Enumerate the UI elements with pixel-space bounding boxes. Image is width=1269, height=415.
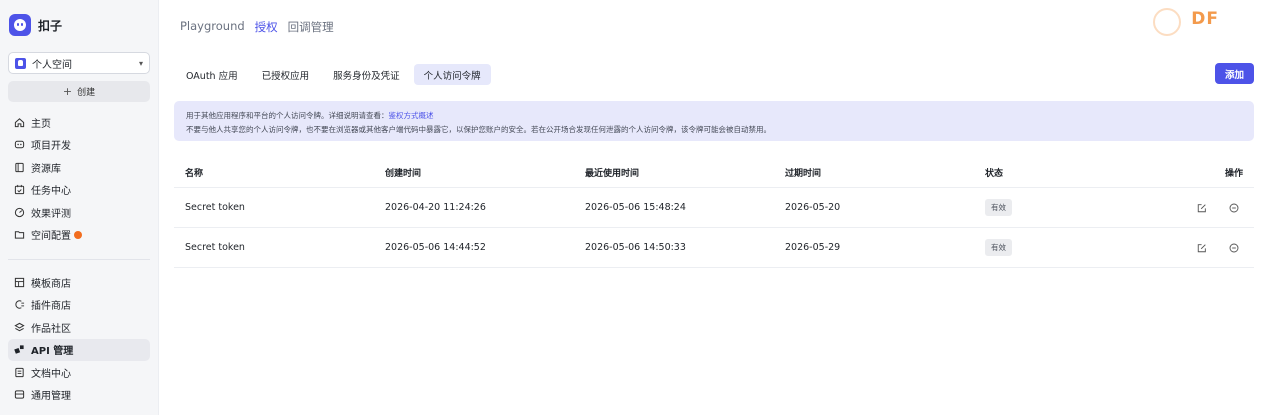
- header-created: 创建时间: [385, 169, 422, 179]
- user-icon: [15, 57, 26, 69]
- task-icon: [13, 184, 25, 196]
- create-button[interactable]: + 创建: [8, 81, 150, 102]
- nav-item-label: 通用管理: [31, 391, 71, 402]
- nav-item-tasks[interactable]: 任务中心: [8, 179, 150, 201]
- nav-item-api-management[interactable]: API 管理: [8, 338, 150, 361]
- token-last-used: 2026-05-06 15:48:24: [585, 202, 686, 213]
- space-select-label: 个人空间: [32, 59, 72, 71]
- header-name: 名称: [185, 169, 204, 179]
- nav-item-label: 文档中心: [31, 368, 71, 380]
- header-last-used: 最近使用时间: [585, 169, 640, 179]
- header-actions: 操作: [1225, 169, 1244, 179]
- watermark-logo: DF: [1191, 9, 1219, 29]
- nav-item-plugin-store[interactable]: 插件商店: [8, 294, 150, 316]
- info-line-2: 不要与他人共享您的个人访问令牌，也不要在浏览器或其他客户端代码中暴露它，以保护您…: [186, 125, 771, 134]
- brand[interactable]: 扣子: [9, 14, 62, 36]
- nav-item-label: 模板商店: [31, 278, 71, 290]
- nav-item-space-config[interactable]: 空间配置: [8, 224, 150, 246]
- table-header: 名称 创建时间 最近使用时间 过期时间 状态 操作: [174, 158, 1254, 188]
- token-table: 名称 创建时间 最近使用时间 过期时间 状态 操作 Secret token 2…: [174, 158, 1254, 268]
- brand-name: 扣子: [38, 18, 63, 33]
- token-created: 2026-04-20 11:24:26: [385, 202, 486, 213]
- table-row: Secret token 2026-04-20 11:24:26 2026-05…: [174, 188, 1254, 228]
- nav-item-template-store[interactable]: 模板商店: [8, 271, 150, 293]
- general-settings-icon: [13, 389, 25, 401]
- info-banner: 用于其他应用程序和平台的个人访问令牌。详细说明请查看：鉴权方式概述 不要与他人共…: [174, 101, 1254, 141]
- home-icon: [13, 116, 25, 128]
- nav-item-docs[interactable]: 文档中心: [8, 361, 150, 383]
- tab-bar: OAuth 应用 已授权应用 服务身份及凭证 个人访问令牌: [176, 64, 495, 85]
- edit-icon[interactable]: [1196, 202, 1207, 213]
- token-name: Secret token: [185, 242, 245, 253]
- breadcrumb-auth[interactable]: 授权: [255, 19, 278, 35]
- plugin-store-icon: [13, 299, 25, 311]
- status-cell: 有效: [985, 188, 1012, 227]
- nav-item-label: 插件商店: [31, 301, 71, 312]
- disable-icon[interactable]: [1228, 242, 1239, 253]
- breadcrumb-callback[interactable]: 回调管理: [288, 19, 334, 35]
- nav-item-label: API 管理: [31, 346, 74, 357]
- community-icon: [13, 321, 25, 333]
- nav-item-label: 任务中心: [31, 186, 71, 197]
- nav-item-community[interactable]: 作品社区: [8, 316, 150, 338]
- create-button-label: 创建: [77, 88, 96, 98]
- nav-item-label: 项目开发: [31, 141, 71, 152]
- edit-icon[interactable]: [1196, 242, 1207, 253]
- header-status: 状态: [985, 169, 1004, 179]
- status-badge: 有效: [985, 199, 1012, 216]
- watermark: DF: [1143, 8, 1249, 36]
- nav-item-label: 主页: [31, 118, 51, 130]
- template-store-icon: [13, 276, 25, 288]
- nav-secondary: 模板商店 插件商店 作品社区 API 管理 文档中心 通用管理: [8, 271, 150, 406]
- auth-overview-link[interactable]: 鉴权方式概述: [389, 111, 434, 120]
- space-config-icon: [13, 229, 25, 241]
- sidebar-divider: [8, 259, 150, 260]
- header-expires: 过期时间: [785, 169, 822, 179]
- nav-item-label: 资源库: [31, 163, 61, 175]
- add-button[interactable]: 添加: [1215, 63, 1254, 84]
- nav-main: 主页 项目开发 资源库 任务中心 效果评测 空间配置: [8, 111, 150, 246]
- watermark-circle: [1153, 8, 1181, 36]
- nav-item-home[interactable]: 主页: [8, 111, 150, 133]
- sidebar: 扣子 个人空间 ▾ + 创建 主页 项目开发 资源库 任务中心 效果评测 空间配…: [0, 0, 159, 415]
- tab-oauth-apps[interactable]: OAuth 应用: [176, 64, 248, 85]
- coze-logo-icon: [9, 14, 31, 36]
- docs-icon: [13, 366, 25, 378]
- status-badge: 有效: [985, 239, 1012, 256]
- status-cell: 有效: [985, 228, 1012, 267]
- token-last-used: 2026-05-06 14:50:33: [585, 242, 686, 253]
- tab-authorized-apps[interactable]: 已授权应用: [252, 64, 320, 85]
- evaluate-icon: [13, 206, 25, 218]
- library-icon: [13, 161, 25, 173]
- nav-item-projects[interactable]: 项目开发: [8, 134, 150, 156]
- chevron-down-icon: ▾: [138, 58, 143, 68]
- plus-icon: +: [62, 85, 73, 98]
- token-created: 2026-05-06 14:44:52: [385, 242, 486, 253]
- nav-item-label: 效果评测: [31, 208, 71, 220]
- nav-item-label: 空间配置: [31, 231, 71, 242]
- token-name: Secret token: [185, 202, 245, 213]
- token-expires: 2026-05-20: [785, 202, 841, 213]
- nav-item-library[interactable]: 资源库: [8, 156, 150, 178]
- info-line-1: 用于其他应用程序和平台的个人访问令牌。详细说明请查看：鉴权方式概述: [186, 109, 1242, 123]
- breadcrumb-playground[interactable]: Playground: [180, 19, 245, 35]
- tab-personal-access-tokens[interactable]: 个人访问令牌: [413, 64, 491, 85]
- main-content: Playground 授权 回调管理 DF OAuth 应用 已授权应用 服务身…: [160, 0, 1269, 415]
- breadcrumb: Playground 授权 回调管理: [180, 19, 344, 35]
- space-select[interactable]: 个人空间 ▾: [8, 52, 150, 74]
- project-icon: [13, 139, 25, 151]
- api-icon: [13, 344, 25, 356]
- nav-item-evaluate[interactable]: 效果评测: [8, 201, 150, 223]
- tab-service-identity[interactable]: 服务身份及凭证: [323, 64, 410, 85]
- info-text: 用于其他应用程序和平台的个人访问令牌。详细说明请查看：: [186, 111, 389, 120]
- token-expires: 2026-05-29: [785, 242, 841, 253]
- nav-item-label: 作品社区: [31, 323, 71, 335]
- nav-item-general-settings[interactable]: 通用管理: [8, 384, 150, 406]
- disable-icon[interactable]: [1228, 202, 1239, 213]
- table-row: Secret token 2026-05-06 14:44:52 2026-05…: [174, 228, 1254, 268]
- notification-badge: [74, 230, 82, 239]
